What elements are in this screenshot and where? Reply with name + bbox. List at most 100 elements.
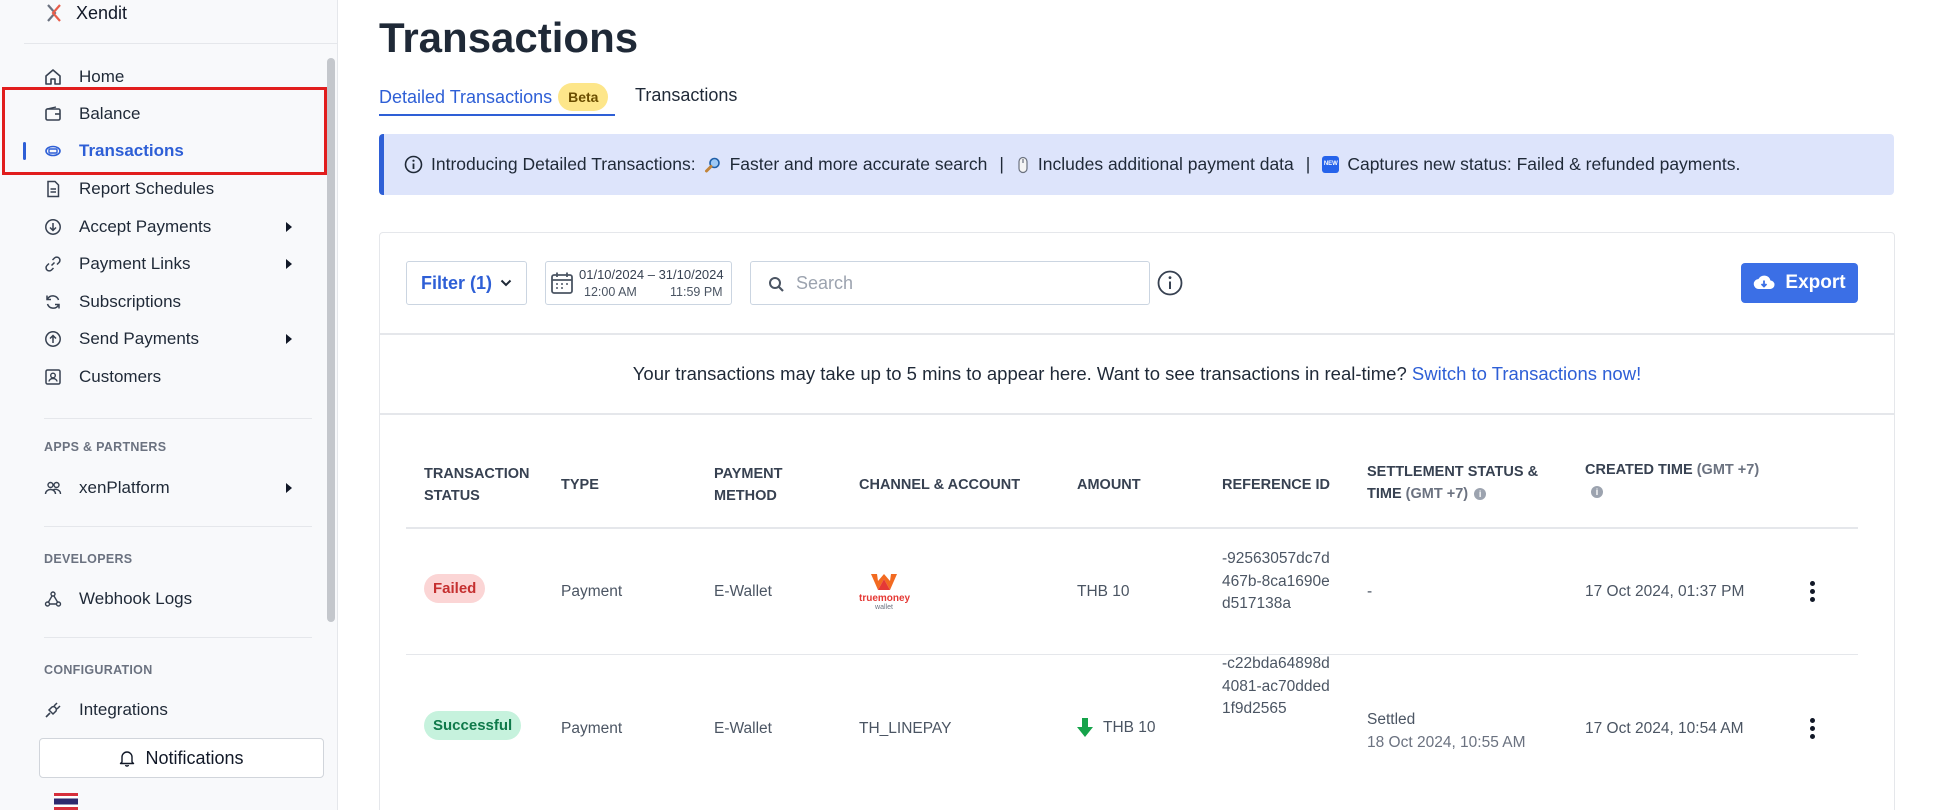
info-banner: Introducing Detailed Transactions: Faste… bbox=[379, 134, 1894, 195]
search-field[interactable] bbox=[750, 261, 1150, 305]
active-tab-underline bbox=[379, 114, 615, 116]
settlement-cell: Settled 18 Oct 2024, 10:55 AM bbox=[1367, 708, 1526, 754]
created-time-cell: 17 Oct 2024, 01:37 PM bbox=[1585, 583, 1745, 600]
sidebar-item-label: Report Schedules bbox=[79, 179, 215, 198]
home-icon bbox=[45, 69, 61, 85]
sidebar-item-label: Send Payments bbox=[79, 329, 200, 348]
date-start: 01/10/2024 bbox=[579, 267, 645, 282]
bell-icon bbox=[120, 751, 135, 767]
status-cell: Failed bbox=[424, 574, 486, 603]
webhook-icon bbox=[44, 591, 62, 607]
arrow-down-green-icon bbox=[1077, 718, 1093, 737]
type-cell: Payment bbox=[561, 720, 623, 737]
divider bbox=[44, 418, 312, 419]
banner-intro: Introducing Detailed Transactions: bbox=[431, 154, 696, 174]
sidebar-item-report-schedules[interactable]: Report Schedules bbox=[24, 174, 314, 204]
arrow-down-circle-icon bbox=[45, 219, 61, 235]
xendit-logo-icon bbox=[47, 4, 61, 22]
table-row[interactable]: Successful Payment E-Wallet TH_LINEPAY T… bbox=[406, 655, 1858, 805]
settlement-time: 18 Oct 2024, 10:55 AM bbox=[1367, 734, 1526, 751]
banner-separator: | bbox=[999, 154, 1004, 174]
date-end: 31/10/2024 bbox=[658, 267, 724, 282]
transactions-panel: Filter (1) 01/10/2024 – 31/10/2024 12:00… bbox=[379, 232, 1895, 810]
column-header-created-time: CREATED TIME (GMT +7) i bbox=[1585, 459, 1759, 503]
notice-text: Your transactions may take up to 5 mins … bbox=[632, 363, 1407, 384]
sidebar-item-send-payments[interactable]: Send Payments bbox=[24, 324, 314, 354]
column-header-channel-account: CHANNEL & ACCOUNT bbox=[859, 477, 1021, 493]
column-header-transaction-status: TRANSACTION STATUS bbox=[424, 463, 530, 507]
divider bbox=[380, 413, 1894, 415]
sidebar-scrollbar[interactable] bbox=[327, 58, 335, 622]
sidebar-item-accept-payments[interactable]: Accept Payments bbox=[24, 212, 314, 242]
users-icon bbox=[44, 481, 62, 495]
export-button[interactable]: Export bbox=[1741, 263, 1858, 303]
plug-icon bbox=[45, 702, 61, 718]
section-label-developers: DEVELOPERS bbox=[44, 552, 133, 566]
sidebar: Xendit Home Balance Transactions Report … bbox=[0, 0, 338, 810]
brand-name: Xendit bbox=[76, 2, 128, 23]
annotation-highlight-box bbox=[2, 87, 327, 175]
magnifier-emoji-icon bbox=[704, 157, 720, 172]
status-cell: Successful bbox=[424, 711, 522, 740]
sidebar-item-xenplatform[interactable]: xenPlatform bbox=[24, 473, 314, 503]
info-icon[interactable]: i bbox=[1591, 486, 1603, 499]
method-cell: E-Wallet bbox=[714, 720, 772, 737]
date-range-times: 12:00 AM 11:59 PM bbox=[584, 285, 724, 299]
section-label-configuration: CONFIGURATION bbox=[44, 663, 153, 677]
filter-button[interactable]: Filter (1) bbox=[406, 261, 527, 305]
row-actions-kebab-icon[interactable] bbox=[1810, 718, 1816, 740]
cloud-download-icon bbox=[1754, 275, 1775, 290]
main-content: Transactions Detailed Transactions Beta … bbox=[338, 0, 1936, 810]
sidebar-item-subscriptions[interactable]: Subscriptions bbox=[24, 287, 314, 317]
header-text: STATUS bbox=[424, 488, 480, 504]
truemoney-logo-icon: truemoney wallet bbox=[859, 573, 910, 611]
date-dash: – bbox=[647, 267, 655, 282]
search-input[interactable] bbox=[796, 268, 1136, 298]
header-text: TRANSACTION bbox=[424, 466, 530, 482]
tab-detailed-transactions[interactable]: Detailed Transactions Beta bbox=[379, 78, 609, 116]
arrow-up-circle-icon bbox=[45, 331, 61, 347]
sidebar-item-label: Accept Payments bbox=[79, 217, 212, 236]
truemoney-logo-sub: wallet bbox=[875, 604, 893, 611]
row-actions-kebab-icon[interactable] bbox=[1810, 581, 1816, 603]
tab-transactions[interactable]: Transactions bbox=[635, 76, 737, 114]
date-range-picker[interactable]: 01/10/2024 – 31/10/2024 12:00 AM 11:59 P… bbox=[545, 261, 732, 305]
column-header-amount: AMOUNT bbox=[1077, 477, 1141, 493]
truemoney-mark-icon bbox=[871, 574, 897, 590]
settlement-status: Settled bbox=[1367, 711, 1416, 728]
search-info-icon[interactable] bbox=[1156, 269, 1184, 297]
page-title: Transactions bbox=[379, 14, 639, 61]
chevron-down-icon bbox=[500, 279, 512, 287]
sidebar-item-payment-links[interactable]: Payment Links bbox=[24, 249, 314, 279]
header-text: TIME bbox=[1367, 486, 1402, 502]
banner-point-3: Captures new status: Failed & refunded p… bbox=[1347, 154, 1741, 174]
filter-label: Filter (1) bbox=[420, 272, 492, 293]
reference-id-cell: -c22bda64898d4081-ac70dded1f9d2565 bbox=[1222, 655, 1330, 717]
section-label-apps-partners: APPS & PARTNERS bbox=[44, 440, 167, 454]
search-icon bbox=[769, 277, 784, 292]
thailand-flag-icon[interactable] bbox=[54, 793, 78, 810]
banner-point-2: Includes additional payment data bbox=[1037, 154, 1294, 174]
table-row[interactable]: Failed Payment E-Wallet truemoney wallet… bbox=[406, 529, 1858, 654]
info-icon[interactable]: i bbox=[1474, 488, 1487, 501]
created-time-cell: 17 Oct 2024, 10:54 AM bbox=[1585, 720, 1744, 737]
notifications-button[interactable]: Notifications bbox=[39, 738, 324, 778]
sidebar-item-integrations[interactable]: Integrations bbox=[24, 695, 314, 725]
column-header-settlement: SETTLEMENT STATUS & TIME (GMT +7) i bbox=[1367, 461, 1538, 505]
sidebar-item-label: Webhook Logs bbox=[79, 589, 193, 608]
header-timezone: (GMT +7) bbox=[1696, 462, 1760, 478]
header-text: CREATED TIME bbox=[1585, 462, 1693, 478]
divider bbox=[380, 333, 1894, 335]
method-cell: E-Wallet bbox=[714, 583, 772, 600]
switch-to-transactions-link[interactable]: Switch to Transactions now! bbox=[1412, 363, 1641, 384]
info-icon bbox=[404, 155, 423, 174]
tab-label: Detailed Transactions bbox=[379, 86, 553, 107]
sidebar-item-label: Customers bbox=[79, 367, 162, 386]
export-label: Export bbox=[1785, 272, 1846, 293]
sidebar-item-webhook-logs[interactable]: Webhook Logs bbox=[24, 584, 314, 614]
brand[interactable]: Xendit bbox=[44, 0, 127, 26]
divider bbox=[44, 637, 312, 638]
amount-value: THB 10 bbox=[1103, 718, 1156, 736]
sidebar-item-customers[interactable]: Customers bbox=[24, 362, 314, 392]
tab-bar: Detailed Transactions Beta Transactions bbox=[379, 78, 1936, 118]
